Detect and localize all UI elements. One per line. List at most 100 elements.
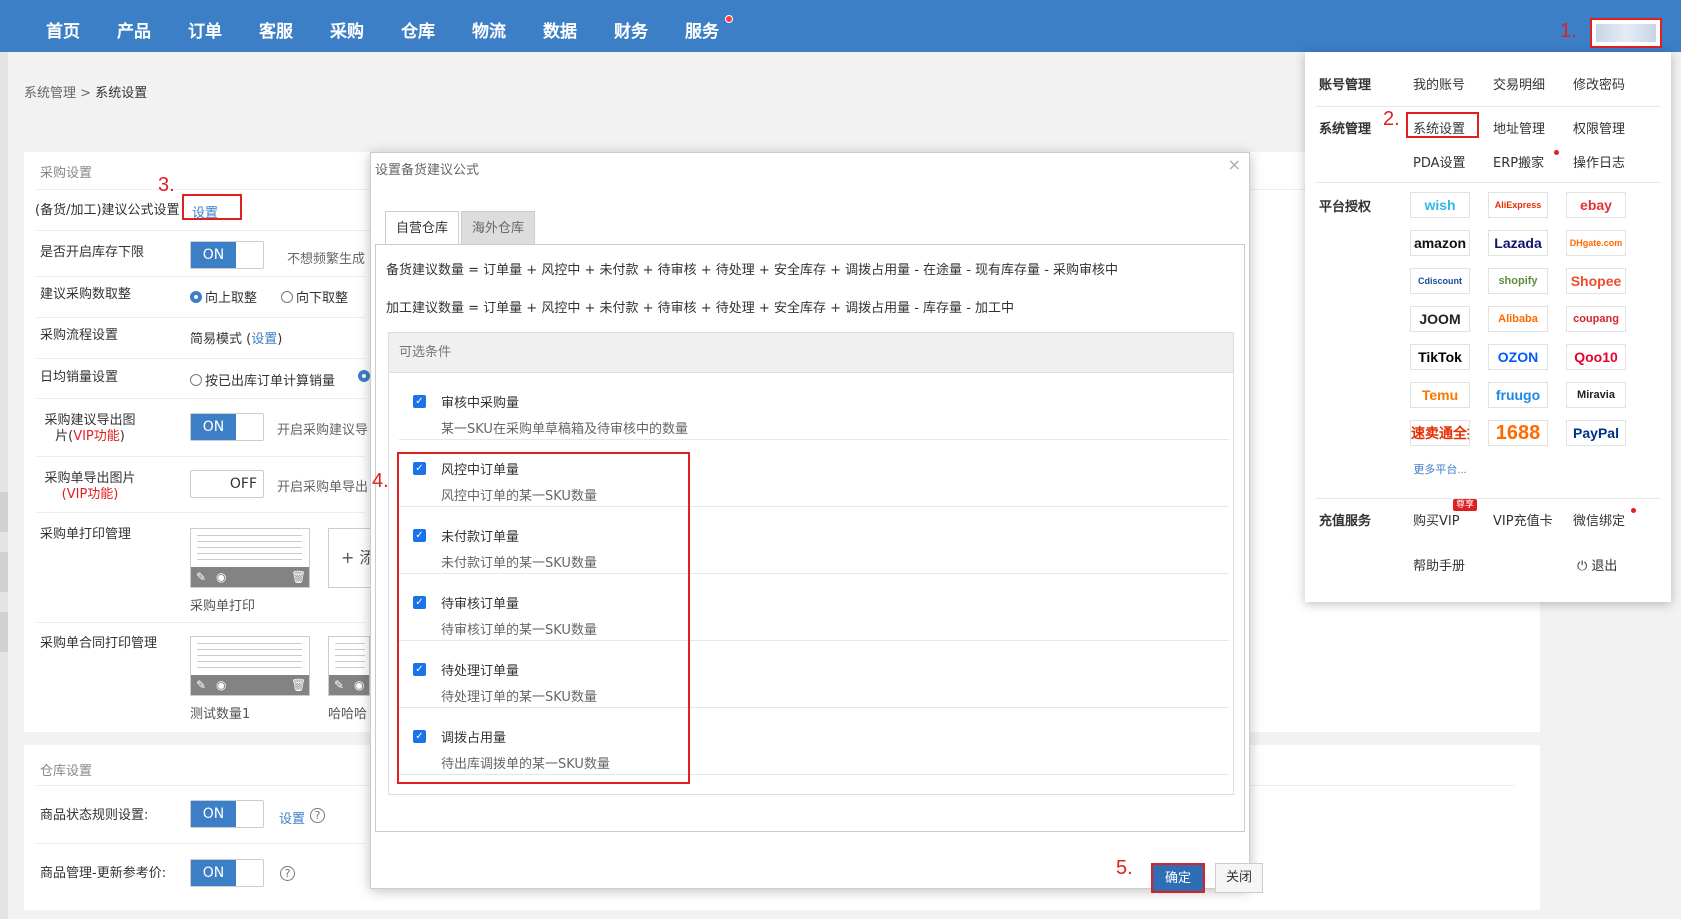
tab-self-warehouse[interactable]: 自营仓库 [385, 211, 460, 245]
platform-logo-amazon[interactable]: amazon [1410, 230, 1470, 256]
platform-logo-lazada[interactable]: Lazada [1488, 230, 1548, 256]
daily-sales-radio[interactable]: 按已出库订单计算销量 [190, 370, 335, 389]
help-icon[interactable]: ? [280, 866, 295, 881]
platform-logo-qoo10[interactable]: Qoo10 [1566, 344, 1626, 370]
condition-name: 审核中采购量 [441, 396, 520, 411]
menu-operation-log[interactable]: 操作日志 [1573, 152, 1625, 171]
divider [35, 843, 365, 844]
menu-erp-migration[interactable]: ERP搬家 [1493, 152, 1544, 171]
radio-icon [281, 291, 293, 303]
platform-logo-shopee[interactable]: Shopee [1566, 268, 1626, 294]
platform-logo-aliexpress-choice[interactable]: 速卖通全托管 [1410, 420, 1470, 446]
platform-logo-aliexpress[interactable]: AliExpress [1488, 192, 1548, 218]
platform-logo-cdiscount[interactable]: Cdiscount [1410, 268, 1470, 294]
eye-icon[interactable]: ◉ [216, 678, 226, 692]
sidebar-tab[interactable] [0, 612, 8, 652]
platform-logo-1688[interactable]: 1688 [1488, 420, 1548, 446]
edit-icon[interactable]: ✎ [196, 570, 206, 584]
nav-item-orders[interactable]: 订单 [188, 0, 222, 52]
status-rule-setting-link[interactable]: 设置 [279, 808, 305, 827]
platform-logo-tiktok[interactable]: TikTok [1410, 344, 1470, 370]
divider [35, 456, 365, 457]
checkbox-checked-icon[interactable]: ✓ [413, 395, 426, 408]
platform-logo-alibaba[interactable]: Alibaba [1488, 306, 1548, 332]
nav-item-purchasing[interactable]: 采购 [330, 0, 364, 52]
menu-change-password[interactable]: 修改密码 [1573, 74, 1625, 93]
nav-item-logistics[interactable]: 物流 [472, 0, 506, 52]
platform-logo-ebay[interactable]: ebay [1566, 192, 1626, 218]
platform-logo-fruugo[interactable]: fruugo [1488, 382, 1548, 408]
nav-item-customer-service[interactable]: 客服 [259, 0, 293, 52]
eye-icon[interactable]: ◉ [354, 678, 364, 692]
menu-buy-vip[interactable]: 购买VIP [1413, 510, 1460, 529]
rounding-up-radio[interactable]: 向上取整 [190, 287, 257, 306]
sidebar-tab[interactable] [0, 492, 8, 532]
contract-template-thumbnail-2[interactable]: ✎ ◉ [328, 636, 370, 696]
platform-logo-coupang[interactable]: coupang [1566, 306, 1626, 332]
platform-logo-ozon[interactable]: OZON [1488, 344, 1548, 370]
formula-setting-link[interactable]: 设置 [192, 202, 218, 221]
condition-row[interactable]: ✓ 审核中采购量 某一SKU在采购单草稿箱及待审核中的数量 [399, 373, 1229, 440]
menu-wechat-binding[interactable]: 微信绑定 [1573, 510, 1625, 529]
contract-template-caption-2: 哈哈哈 [328, 707, 368, 722]
platform-logo-miravia[interactable]: Miravia [1566, 382, 1626, 408]
platform-logo-dhgate-com[interactable]: DHgate.com [1566, 230, 1626, 256]
logout-button[interactable]: ⏻ 退出 [1577, 555, 1617, 574]
status-rule-toggle[interactable]: ON [190, 800, 264, 828]
eye-icon[interactable]: ◉ [216, 570, 226, 584]
step-marker-2: 2. [1383, 108, 1400, 130]
ref-price-toggle[interactable]: ON [190, 859, 264, 887]
rounding-down-radio[interactable]: 向下取整 [281, 287, 348, 306]
nav-item-home[interactable]: 首页 [46, 0, 80, 52]
menu-pda-settings[interactable]: PDA设置 [1413, 152, 1466, 171]
print-template-thumbnail[interactable]: ✎ ◉ 🗑 [190, 528, 310, 588]
menu-permissions[interactable]: 权限管理 [1573, 118, 1625, 137]
edit-icon[interactable]: ✎ [196, 678, 206, 692]
trash-icon[interactable]: 🗑 [291, 678, 306, 692]
close-icon[interactable]: × [1228, 155, 1241, 174]
nav-item-finance[interactable]: 财务 [614, 0, 648, 52]
toggle-on-state: ON [191, 860, 236, 886]
menu-system-settings[interactable]: 系统设置 [1413, 118, 1465, 137]
platform-logo-shopify[interactable]: shopify [1488, 268, 1548, 294]
logout-label: 退出 [1591, 559, 1618, 574]
trash-icon[interactable]: 🗑 [291, 570, 306, 584]
min-stock-toggle[interactable]: ON [190, 241, 264, 269]
flow-mode-text: 简易模式 ( [190, 332, 252, 347]
export-img-toggle[interactable]: ON [190, 413, 264, 441]
sidebar-tab[interactable] [0, 552, 8, 592]
flow-close-paren: ) [277, 332, 283, 347]
divider [35, 276, 365, 277]
order-img-toggle[interactable]: OFF [190, 470, 264, 498]
tab-overseas-warehouse[interactable]: 海外仓库 [461, 211, 536, 245]
help-icon[interactable]: ? [310, 808, 325, 823]
nav-item-data[interactable]: 数据 [543, 0, 577, 52]
platform-logo-wish[interactable]: wish [1410, 192, 1470, 218]
divider [1315, 106, 1661, 107]
breadcrumb-parent[interactable]: 系统管理 [24, 86, 76, 101]
menu-vip-card[interactable]: VIP充值卡 [1493, 510, 1553, 529]
nav-item-products[interactable]: 产品 [117, 0, 151, 52]
contract-template-caption: 测试数量1 [190, 707, 251, 722]
nav-item-services[interactable]: 服务 [685, 0, 719, 52]
edit-icon[interactable]: ✎ [334, 678, 344, 692]
platform-logo-temu[interactable]: Temu [1410, 382, 1470, 408]
platform-logo-joom[interactable]: JOOM [1410, 306, 1470, 332]
menu-address-management[interactable]: 地址管理 [1493, 118, 1545, 137]
confirm-button[interactable]: 确定 [1151, 863, 1205, 893]
nav-item-warehouse[interactable]: 仓库 [401, 0, 435, 52]
menu-help-manual[interactable]: 帮助手册 [1413, 555, 1465, 574]
menu-transactions[interactable]: 交易明细 [1493, 74, 1545, 93]
order-img-label-line1: 采购单导出图片 [44, 471, 136, 486]
breadcrumb: 系统管理 > 系统设置 [24, 82, 147, 101]
rounding-down-label: 向下取整 [296, 291, 349, 306]
flow-setting-link[interactable]: 设置 [251, 332, 277, 347]
contract-template-thumbnail[interactable]: ✎ ◉ 🗑 [190, 636, 310, 696]
platform-logo-paypal[interactable]: PayPal [1566, 420, 1626, 446]
more-platforms-link[interactable]: 更多平台... [1410, 458, 1470, 484]
order-img-hint: 开启采购单导出 [277, 480, 369, 495]
divider [35, 512, 365, 513]
user-account-button[interactable] [1590, 18, 1662, 48]
menu-my-account[interactable]: 我的账号 [1413, 74, 1465, 93]
close-button[interactable]: 关闭 [1215, 863, 1263, 893]
